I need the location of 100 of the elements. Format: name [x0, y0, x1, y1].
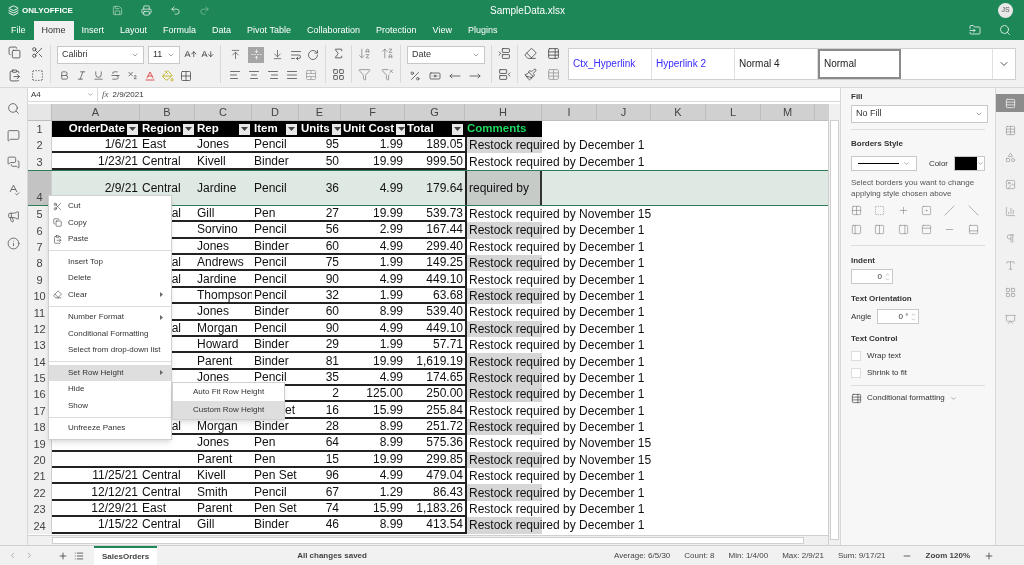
info-icon[interactable]: [7, 237, 20, 250]
filter-button[interactable]: [286, 123, 297, 135]
number-format-dropdown[interactable]: Date: [407, 45, 485, 64]
megaphone-icon[interactable]: [7, 210, 20, 223]
filter-button[interactable]: [452, 123, 463, 135]
delete-cells-icon[interactable]: [498, 67, 511, 81]
vertical-scrollbar[interactable]: [830, 120, 839, 540]
menu-item[interactable]: Custom Row Height: [173, 401, 284, 419]
previous-sheet-icon[interactable]: [8, 551, 17, 560]
undo-icon[interactable]: [170, 5, 181, 16]
menu-tab[interactable]: Formula: [155, 21, 205, 40]
menu-tab[interactable]: Collaboration: [299, 21, 369, 40]
borders-icon[interactable]: [180, 69, 192, 82]
menu-item[interactable]: Select from drop-down list: [49, 342, 171, 359]
named-range-icon[interactable]: [332, 67, 345, 81]
menu-tab[interactable]: Pivot Table: [239, 21, 299, 40]
paste-icon[interactable]: [8, 68, 21, 82]
column-header[interactable]: J: [597, 104, 651, 120]
wrap-text-icon[interactable]: [290, 48, 302, 61]
menu-item[interactable]: Cut: [49, 198, 171, 215]
select-all-icon[interactable]: [31, 68, 44, 82]
menu-item[interactable]: Paste: [49, 231, 171, 248]
folder-icon[interactable]: [969, 24, 981, 36]
chat-icon[interactable]: [7, 156, 20, 169]
save-icon[interactable]: [112, 5, 123, 16]
clear-filter-icon[interactable]: [381, 67, 394, 81]
font-color-icon[interactable]: [144, 69, 156, 82]
border-option-icon[interactable]: [921, 224, 932, 235]
menu-tab[interactable]: Insert: [73, 21, 113, 40]
cut-icon[interactable]: [31, 45, 44, 59]
conditional-formatting-button[interactable]: Conditional formatting: [867, 392, 945, 404]
next-sheet-icon[interactable]: [25, 551, 34, 560]
align-right-icon[interactable]: [267, 68, 279, 81]
filter-button[interactable]: [183, 123, 194, 135]
underline-icon[interactable]: [93, 70, 104, 81]
menu-tab[interactable]: Data: [204, 21, 240, 40]
subscript-icon[interactable]: [127, 70, 138, 81]
spellcheck-icon[interactable]: [7, 183, 20, 196]
border-option-icon[interactable]: [967, 205, 979, 216]
zoom-in-icon[interactable]: [984, 550, 994, 561]
sum-icon[interactable]: [332, 46, 345, 60]
redo-icon[interactable]: [199, 5, 210, 16]
function-label[interactable]: fx: [98, 88, 113, 102]
row-header[interactable]: 1: [28, 121, 52, 137]
cell-style[interactable]: Normal 4: [735, 48, 818, 79]
cell-style[interactable]: Normal: [818, 48, 901, 79]
font-dropdown[interactable]: Calibri: [57, 45, 144, 64]
row-header[interactable]: 21: [28, 468, 52, 485]
menu-tab[interactable]: Layout: [112, 21, 156, 40]
column-header[interactable]: I: [542, 104, 597, 120]
column-header[interactable]: E: [299, 104, 341, 120]
conditional-format-icon[interactable]: [851, 392, 862, 404]
column-header[interactable]: H: [465, 104, 542, 120]
copy-icon[interactable]: [8, 45, 21, 59]
border-option-icon[interactable]: [874, 224, 886, 235]
currency-icon[interactable]: [429, 69, 441, 82]
sort-descending-icon[interactable]: [381, 46, 394, 60]
cell-name-box[interactable]: A4: [28, 88, 98, 101]
justify-icon[interactable]: [286, 68, 298, 81]
column-header[interactable]: M: [761, 104, 815, 120]
fill-dropdown[interactable]: No Fill: [851, 105, 988, 123]
column-header[interactable]: K: [651, 104, 706, 120]
column-header[interactable]: D: [252, 104, 299, 120]
menu-item[interactable]: Insert Top: [49, 253, 171, 270]
cell-settings-icon[interactable]: [995, 94, 1024, 112]
column-header[interactable]: F: [341, 104, 405, 120]
horizontal-scrollbar[interactable]: [52, 537, 804, 544]
search-icon[interactable]: [7, 102, 20, 115]
row-header[interactable]: 4: [28, 170, 52, 205]
menu-item[interactable]: Show: [49, 397, 171, 414]
cell-style[interactable]: Hyperlink 2: [652, 48, 735, 79]
border-option-icon[interactable]: [921, 205, 932, 216]
menu-tab[interactable]: View: [424, 21, 460, 40]
fill-color-icon[interactable]: [162, 69, 174, 82]
column-header[interactable]: B: [140, 104, 195, 120]
strikethrough-icon[interactable]: [110, 70, 121, 81]
column-header[interactable]: C: [195, 104, 252, 120]
align-left-icon[interactable]: [229, 68, 241, 81]
border-option-icon[interactable]: [944, 205, 956, 216]
row-header[interactable]: 3: [28, 153, 52, 170]
filter-icon[interactable]: [358, 67, 371, 81]
menu-item[interactable]: Set Row Height: [49, 364, 171, 381]
print-icon[interactable]: [141, 5, 152, 16]
conditional-format-icon[interactable]: [547, 46, 560, 60]
border-style-dropdown[interactable]: [851, 156, 917, 171]
font-size-dropdown[interactable]: 11: [148, 45, 180, 64]
color-picker[interactable]: [954, 156, 985, 171]
menu-tab[interactable]: Protection: [368, 21, 425, 40]
menu-tab[interactable]: File: [3, 21, 34, 40]
formula-field[interactable]: 2/9/2021: [112, 88, 840, 101]
row-header[interactable]: 2: [28, 137, 52, 154]
border-option-icon[interactable]: [874, 205, 886, 216]
column-header[interactable]: A: [52, 104, 140, 120]
menu-item[interactable]: Conditional Formatting: [49, 325, 171, 342]
menu-item[interactable]: Hide: [49, 381, 171, 398]
row-header[interactable]: 19: [28, 435, 52, 452]
checkbox[interactable]: [851, 368, 861, 378]
checkbox[interactable]: [851, 351, 861, 361]
sheet-tab[interactable]: SalesOrders: [94, 546, 158, 565]
vertical-align-button[interactable]: [248, 46, 264, 63]
